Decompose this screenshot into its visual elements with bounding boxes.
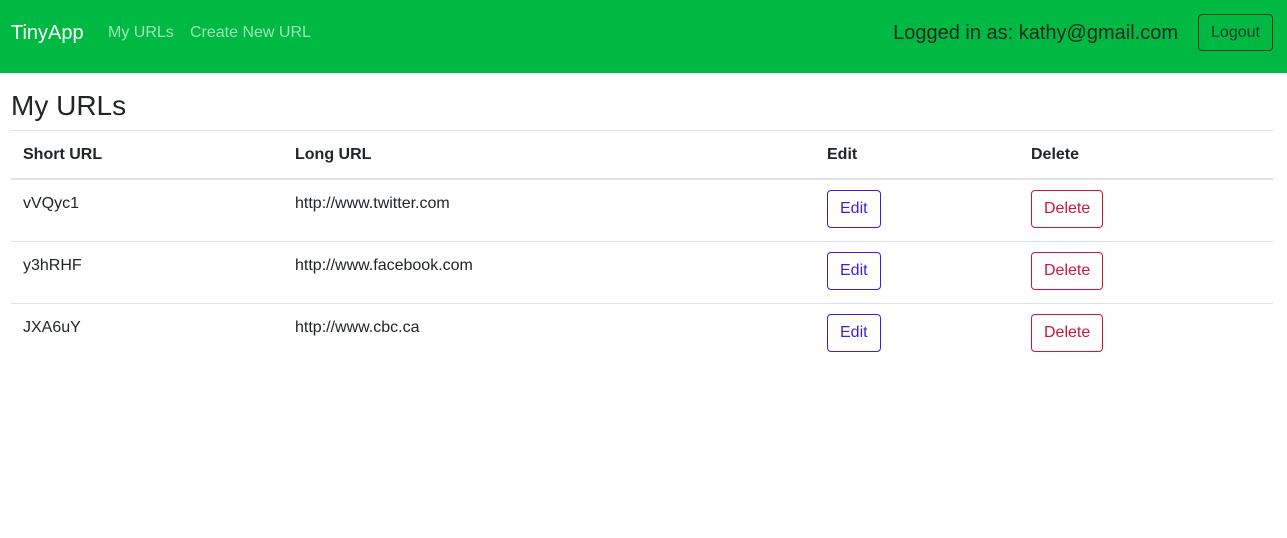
navbar: TinyApp My URLs Create New URL Logged in… xyxy=(0,0,1287,73)
edit-cell: Edit xyxy=(815,303,1019,365)
edit-button[interactable]: Edit xyxy=(827,313,881,352)
brand-link[interactable]: TinyApp xyxy=(11,19,84,47)
edit-cell: Edit xyxy=(815,179,1019,241)
short-url-cell: y3hRHF xyxy=(23,256,82,274)
delete-button[interactable]: Delete xyxy=(1031,190,1104,228)
nav-link-my-urls[interactable]: My URLs xyxy=(108,22,174,44)
table-row: JXA6uY http://www.cbc.ca Edit Delete xyxy=(11,303,1273,365)
delete-button[interactable]: Delete xyxy=(1031,251,1104,290)
table-header-row: Short URL Long URL Edit Delete xyxy=(11,130,1273,179)
table-body: vVQyc1 http://www.twitter.com Edit Delet… xyxy=(11,179,1273,365)
page-title: My URLs xyxy=(11,90,127,121)
short-url-cell: JXA6uY xyxy=(23,318,81,336)
delete-cell: Delete xyxy=(1019,241,1273,303)
logout-button[interactable]: Logout xyxy=(1198,14,1273,51)
edit-button[interactable]: Edit xyxy=(827,251,881,290)
short-url-cell: vVQyc1 xyxy=(23,195,80,212)
long-url-cell: http://www.facebook.com xyxy=(295,256,473,274)
table-row: y3hRHF http://www.facebook.com Edit Dele… xyxy=(11,241,1273,303)
delete-button[interactable]: Delete xyxy=(1031,313,1104,352)
nav-link-create-new-url[interactable]: Create New URL xyxy=(190,22,311,44)
column-header-delete: Delete xyxy=(1031,146,1080,163)
table-header: Short URL Long URL Edit Delete xyxy=(11,130,1273,179)
logged-in-status: Logged in as: kathy@gmail.com xyxy=(893,22,1178,44)
long-url-cell: http://www.cbc.ca xyxy=(295,318,420,336)
delete-cell: Delete xyxy=(1019,303,1273,365)
edit-cell: Edit xyxy=(815,241,1019,303)
edit-button[interactable]: Edit xyxy=(827,190,881,228)
long-url-cell: http://www.twitter.com xyxy=(295,195,450,212)
delete-cell: Delete xyxy=(1019,179,1273,241)
column-header-edit: Edit xyxy=(827,146,858,163)
urls-table: Short URL Long URL Edit Delete vVQyc1 ht… xyxy=(11,130,1273,365)
column-header-short-url: Short URL xyxy=(23,146,103,163)
column-header-long-url: Long URL xyxy=(295,146,372,163)
table-row: vVQyc1 http://www.twitter.com Edit Delet… xyxy=(11,179,1273,241)
